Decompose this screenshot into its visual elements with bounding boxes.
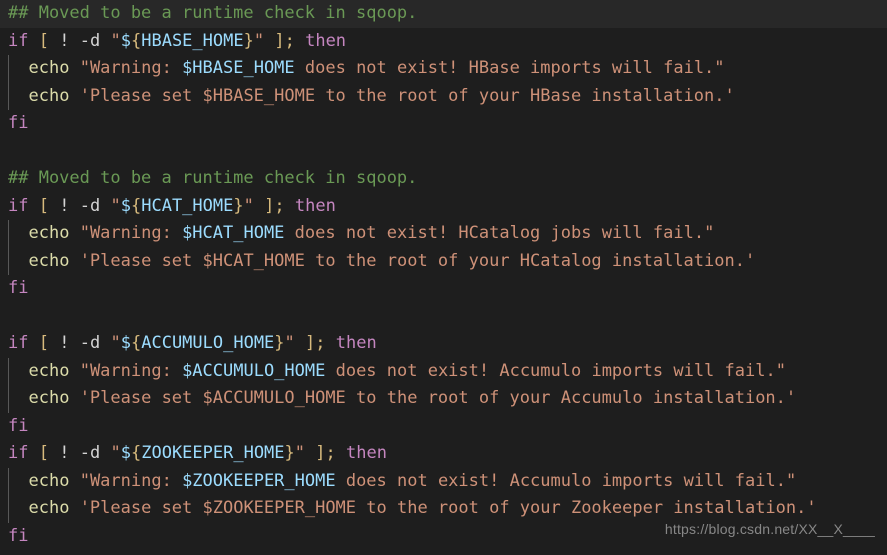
code-lines-container[interactable]: ## Moved to be a runtime check in sqoop.… xyxy=(0,0,887,550)
code-line[interactable]: fi xyxy=(0,413,887,441)
code-line[interactable]: echo 'Please set $ACCUMULO_HOME to the r… xyxy=(0,385,887,413)
code-line[interactable]: echo "Warning: $HCAT_HOME does not exist… xyxy=(0,220,887,248)
code-line[interactable]: ## Moved to be a runtime check in sqoop. xyxy=(0,165,887,193)
code-line[interactable]: echo 'Please set $HCAT_HOME to the root … xyxy=(0,247,887,276)
code-line[interactable]: if [ ! -d "${HCAT_HOME}" ]; then xyxy=(0,193,887,221)
code-line[interactable]: if [ ! -d "${ACCUMULO_HOME}" ]; then xyxy=(0,330,887,358)
code-line[interactable]: if [ ! -d "${ZOOKEEPER_HOME}" ]; then xyxy=(0,440,887,468)
code-line[interactable]: echo "Warning: $ZOOKEEPER_HOME does not … xyxy=(0,467,887,496)
code-line[interactable]: fi xyxy=(0,275,887,303)
code-line[interactable] xyxy=(0,303,887,331)
code-line[interactable]: if [ ! -d "${HBASE_HOME}" ]; then xyxy=(0,28,887,56)
code-line[interactable]: echo 'Please set $HBASE_HOME to the root… xyxy=(0,82,887,111)
code-line[interactable]: ## Moved to be a runtime check in sqoop. xyxy=(0,0,887,28)
code-line[interactable]: echo "Warning: $HBASE_HOME does not exis… xyxy=(0,55,887,83)
watermark-url: https://blog.csdn.net/XX__X____ xyxy=(664,520,875,537)
code-editor[interactable]: ## Moved to be a runtime check in sqoop.… xyxy=(0,0,887,555)
code-line[interactable]: echo "Warning: $ACCUMULO_HOME does not e… xyxy=(0,357,887,386)
code-line[interactable]: fi xyxy=(0,110,887,138)
code-line[interactable] xyxy=(0,138,887,166)
